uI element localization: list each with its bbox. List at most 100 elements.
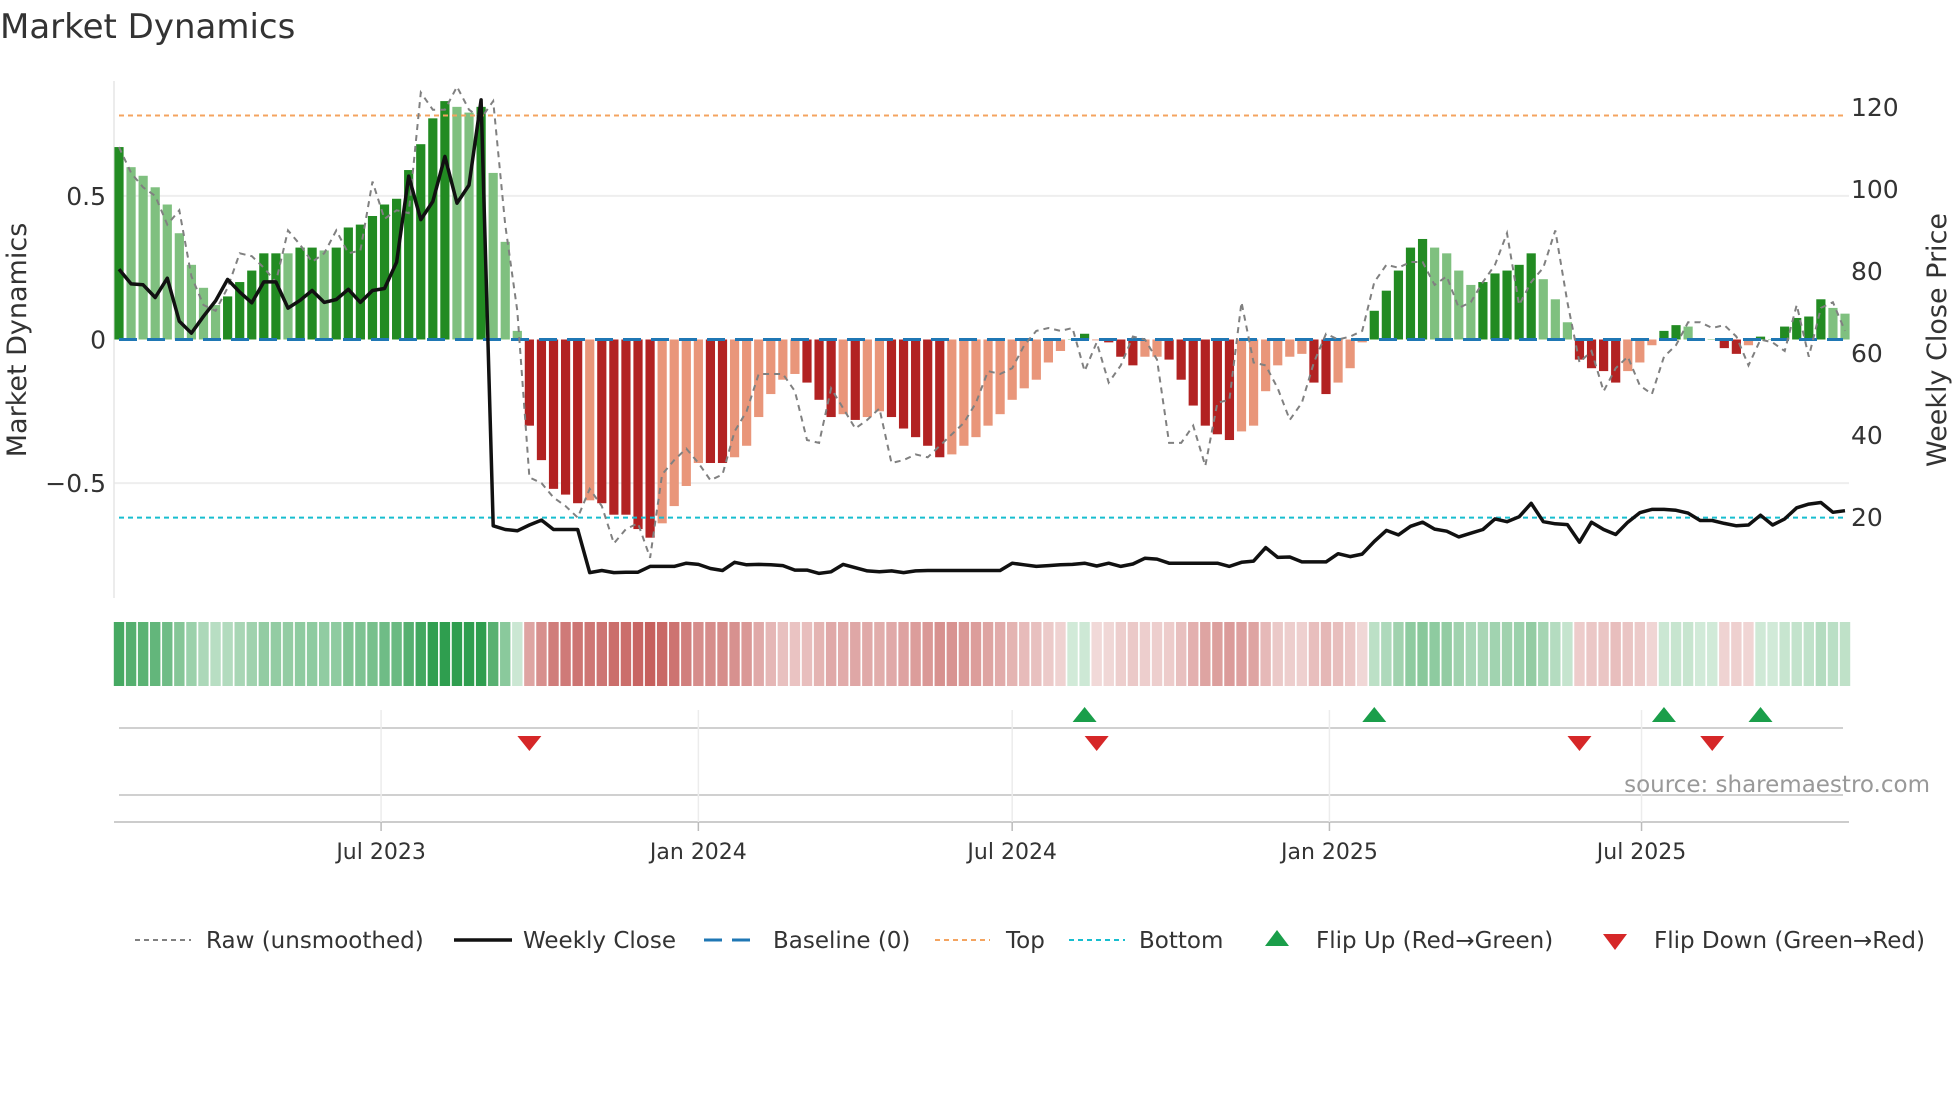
dynamics-bar xyxy=(597,339,607,504)
dynamics-bar xyxy=(1804,316,1814,340)
heatmap-cell xyxy=(1079,622,1090,686)
dynamics-bar xyxy=(1478,282,1488,340)
left-axis-label: Market Dynamics xyxy=(2,223,33,458)
heatmap-cell xyxy=(693,622,704,686)
dynamics-bar xyxy=(995,339,1005,415)
heatmap-cell xyxy=(1622,622,1633,686)
heatmap-cell xyxy=(500,622,511,686)
series-lines xyxy=(117,84,1846,576)
dynamics-bar xyxy=(150,187,160,340)
dynamics-bar xyxy=(259,253,269,340)
dynamics-bar xyxy=(379,204,390,340)
heatmap-cell xyxy=(1839,622,1851,686)
heatmap-strip xyxy=(113,622,1851,686)
heatmap-cell xyxy=(922,622,933,686)
heatmap-cell xyxy=(1815,622,1827,686)
heatmap-cell xyxy=(1743,622,1754,686)
heatmap-cell xyxy=(234,622,245,686)
market-dynamics-chart: Market Dynamics 0.50−0.5 12010080604020 … xyxy=(0,7,1953,954)
heatmap-cell xyxy=(1103,622,1114,686)
heatmap-cell xyxy=(113,622,125,686)
dynamics-bar xyxy=(814,339,824,400)
dynamics-bar xyxy=(971,339,981,438)
right-tick-label: 80 xyxy=(1851,257,1883,286)
weekly-close-line xyxy=(117,98,1846,576)
heatmap-cell xyxy=(1453,622,1464,686)
legend-raw-label: Raw (unsmoothed) xyxy=(206,928,424,954)
left-tick-label: 0.5 xyxy=(66,182,106,211)
heatmap-cell xyxy=(367,622,378,686)
heatmap-cell xyxy=(898,622,909,686)
heatmap-cell xyxy=(1525,622,1537,686)
source-label: source: sharemaestro.com xyxy=(1624,772,1930,798)
legend-flip-down-icon xyxy=(1603,934,1627,950)
legend-flip-up-label: Flip Up (Red→Green) xyxy=(1316,928,1553,954)
x-tick-label: Jan 2025 xyxy=(1279,840,1378,865)
heatmap-cell xyxy=(306,622,318,686)
dynamics-bar xyxy=(911,339,921,438)
dynamics-bar xyxy=(524,339,534,426)
dynamics-bar xyxy=(1333,339,1343,383)
heatmap-cell xyxy=(994,622,1006,686)
heatmap-cell xyxy=(1381,622,1392,686)
dynamics-bar xyxy=(1248,339,1259,426)
dynamics-bar xyxy=(500,241,510,340)
dynamics-bar xyxy=(1164,339,1174,360)
heatmap-cell xyxy=(1332,622,1344,686)
dynamics-bar xyxy=(947,339,957,455)
heatmap-cell xyxy=(391,622,402,686)
legend-flip-up-icon xyxy=(1265,930,1289,946)
heatmap-cell xyxy=(1127,622,1139,686)
dynamics-bar xyxy=(585,339,595,501)
flip-up-marker xyxy=(1362,707,1387,722)
dynamics-bar xyxy=(1345,339,1355,369)
heatmap-cell xyxy=(789,622,801,686)
x-tick-label: Jul 2024 xyxy=(965,840,1057,865)
heatmap-cell xyxy=(1055,622,1066,686)
heatmap-cell xyxy=(765,622,776,686)
heatmap-cell xyxy=(1779,622,1790,686)
heatmap-cell xyxy=(415,622,426,686)
heatmap-cell xyxy=(584,622,595,686)
heatmap-cell xyxy=(717,622,728,686)
heatmap-cell xyxy=(451,622,463,686)
heatmap-cell xyxy=(125,622,137,686)
heatmap-cell xyxy=(1212,622,1223,686)
dynamics-bar xyxy=(1200,339,1210,426)
flip-down-marker xyxy=(1567,736,1592,751)
heatmap-cell xyxy=(1658,622,1670,686)
heatmap-cell xyxy=(1634,622,1646,686)
dynamics-bar xyxy=(898,339,909,429)
dynamics-bar xyxy=(1538,279,1548,340)
heatmap-cell xyxy=(1694,622,1706,686)
heatmap-cell xyxy=(777,622,789,686)
dynamics-bar xyxy=(1502,270,1512,340)
heatmap-cell xyxy=(886,622,897,686)
heatmap-cell xyxy=(343,622,354,686)
right-tick-label: 120 xyxy=(1851,93,1899,122)
heatmap-cell xyxy=(1562,622,1573,686)
dynamics-bar xyxy=(355,224,365,340)
dynamics-bar xyxy=(464,112,474,340)
dynamics-bar xyxy=(343,227,353,340)
heatmap-cell xyxy=(331,622,342,686)
heatmap-cell xyxy=(1501,622,1513,686)
heatmap-cell xyxy=(1236,622,1247,686)
dynamics-bar xyxy=(959,339,969,446)
x-tick-label: Jul 2025 xyxy=(1595,840,1687,865)
right-tick-label: 20 xyxy=(1851,503,1883,532)
left-tick-label: 0 xyxy=(90,326,106,355)
heatmap-cell xyxy=(1139,622,1151,686)
dynamics-bar xyxy=(669,339,679,507)
heatmap-cell xyxy=(838,622,849,686)
heatmap-cell xyxy=(1369,622,1380,686)
dynamics-bar xyxy=(1031,339,1041,380)
dynamics-bar xyxy=(1381,290,1391,340)
dynamics-bar xyxy=(428,118,438,340)
heatmap-cell xyxy=(246,622,257,686)
x-tick-label: Jul 2023 xyxy=(334,840,426,865)
heatmap-cell xyxy=(1429,622,1440,686)
right-axis-label: Weekly Close Price xyxy=(1922,213,1953,467)
legend-flip-down-label: Flip Down (Green→Red) xyxy=(1654,928,1925,954)
dynamics-bar xyxy=(923,339,933,446)
